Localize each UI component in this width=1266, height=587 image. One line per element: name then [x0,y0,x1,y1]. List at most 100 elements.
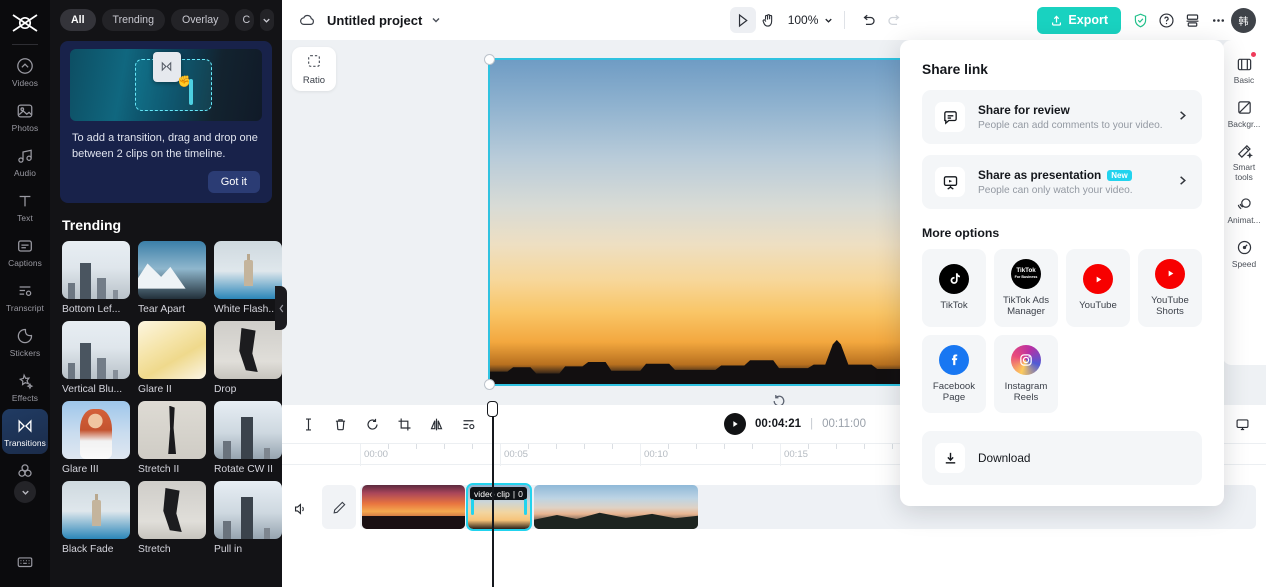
share-option-label: TikTok [940,300,968,312]
right-item-animation[interactable]: Animat... [1223,188,1265,230]
split-button[interactable] [294,411,322,437]
display-button[interactable] [1228,411,1256,437]
delete-button[interactable] [326,411,354,437]
mirror-button[interactable] [422,411,450,437]
transition-item[interactable]: Glare II [138,321,206,395]
ruler-label: 00:00 [364,449,389,460]
filter-chip-trending[interactable]: Trending [101,9,165,31]
shield-check-icon[interactable] [1127,7,1153,33]
panel-collapse-handle[interactable] [275,286,287,330]
right-item-speed[interactable]: Speed [1223,232,1265,274]
share-option-tiktok-ads-manager[interactable]: TikTok For Business TikTok Ads Manager [994,249,1058,327]
transition-item[interactable]: White Flash... [214,241,282,315]
download-row[interactable]: Download [922,431,1202,485]
resize-handle-bottom-left[interactable] [484,379,495,390]
share-as-presentation-row[interactable]: Share as presentation New People can onl… [922,155,1202,209]
sidebar-item-videos[interactable]: Videos [2,49,48,94]
sidebar-item-text[interactable]: Text [2,184,48,229]
share-presentation-subtitle: People can only watch your video. [978,185,1133,196]
transition-item[interactable]: Black Fade [62,481,130,555]
speaker-icon[interactable] [292,501,308,520]
ruler-label: 00:10 [644,449,669,460]
edit-track-button[interactable] [322,485,356,529]
share-presentation-title: Share as presentation New [978,168,1163,182]
ruler-label: 00:05 [504,449,529,460]
avatar[interactable]: 韩 [1231,7,1256,33]
ratio-button[interactable]: Ratio [292,47,336,91]
filter-chip-c[interactable]: C [235,9,254,31]
transition-thumbnail [138,481,206,539]
transition-item[interactable]: Vertical Blu... [62,321,130,395]
transition-item[interactable]: Bottom Lef... [62,241,130,315]
speed-button[interactable] [454,411,482,437]
share-option-instagram-reels[interactable]: Instagram Reels [994,335,1058,413]
sidebar-item-label: Transcript [6,303,44,313]
speed-gauge-icon [1234,238,1254,258]
transition-item[interactable]: Stretch II [138,401,206,475]
transition-item[interactable]: Drop [214,321,282,395]
crop-button[interactable] [390,411,418,437]
trim-handle-left[interactable] [471,499,474,515]
status-badge-dot [1251,52,1256,57]
playhead[interactable] [487,401,498,587]
filter-chip-overlay[interactable]: Overlay [170,9,230,31]
transition-item[interactable]: Stretch [138,481,206,555]
chevron-down-icon[interactable] [430,14,442,26]
sidebar-item-transcript[interactable]: Transcript [2,274,48,319]
image-icon [15,101,35,121]
sidebar-expand-more-button[interactable] [14,481,36,503]
sidebar-item-photos[interactable]: Photos [2,94,48,139]
timeline-clip-3[interactable] [534,485,698,529]
transition-tip-card: ✊ To add a transition, drag and drop one… [60,41,272,203]
transition-item[interactable]: Glare III [62,401,130,475]
capcut-logo-icon[interactable] [8,10,42,36]
redo-button[interactable] [881,7,907,33]
timeline-clip-1[interactable] [362,485,465,529]
transition-thumbnail [214,241,282,299]
trim-handle-right[interactable] [524,499,527,515]
right-item-basic[interactable]: Basic [1223,48,1265,90]
play-button[interactable] [724,413,747,435]
rotate-button[interactable] [358,411,386,437]
download-label: Download [978,451,1031,465]
right-item-smart-tools[interactable]: Smart tools [1223,135,1265,186]
share-option-youtube[interactable]: YouTube [1066,249,1130,327]
sidebar-item-stickers[interactable]: Stickers [2,319,48,364]
select-tool-button[interactable] [729,7,756,33]
sidebar-item-effects[interactable]: Effects [2,364,48,409]
share-for-review-row[interactable]: Share for review People can add comments… [922,90,1202,144]
sidebar-item-transitions[interactable]: Transitions [2,409,48,454]
got-it-button[interactable]: Got it [207,171,260,193]
right-item-label: Backgr... [1227,118,1261,129]
hand-tool-button[interactable] [756,7,782,33]
comment-box-icon [935,102,965,132]
facebook-icon [939,344,969,375]
chevron-down-icon[interactable] [259,9,274,31]
transition-item[interactable]: Tear Apart [138,241,206,315]
chevron-down-icon [825,18,833,23]
help-button[interactable] [1153,7,1179,33]
resize-handle-top-left[interactable] [484,54,495,65]
youtube-icon [1083,264,1113,295]
transition-item[interactable]: Rotate CW II [214,401,282,475]
share-option-tiktok[interactable]: TikTok [922,249,986,327]
transition-item[interactable]: Pull in [214,481,282,555]
right-item-background[interactable]: Backgr... [1223,92,1265,134]
zoom-level-control[interactable]: 100% [788,13,835,27]
sidebar-item-captions[interactable]: Captions [2,229,48,274]
layout-button[interactable] [1179,7,1205,33]
share-option-youtube-shorts[interactable]: YouTube Shorts [1138,249,1202,327]
left-sidebar-rail: Videos Photos Audio Text Captions Transc… [0,0,50,587]
undo-button[interactable] [855,7,881,33]
timeline-clip-2-selected[interactable]: video clip | 0 [466,483,532,531]
filter-chip-all[interactable]: All [60,9,96,31]
sidebar-item-label: Text [17,213,33,223]
share-option-facebook-page[interactable]: Facebook Page [922,335,986,413]
more-options-button[interactable] [1205,7,1231,33]
ruler-label: 00:15 [784,449,809,460]
sidebar-item-keyboard[interactable] [2,545,48,578]
sidebar-item-audio[interactable]: Audio [2,139,48,184]
playhead-knob[interactable] [487,401,498,417]
export-button[interactable]: Export [1037,6,1121,34]
project-title[interactable]: Untitled project [327,13,422,28]
